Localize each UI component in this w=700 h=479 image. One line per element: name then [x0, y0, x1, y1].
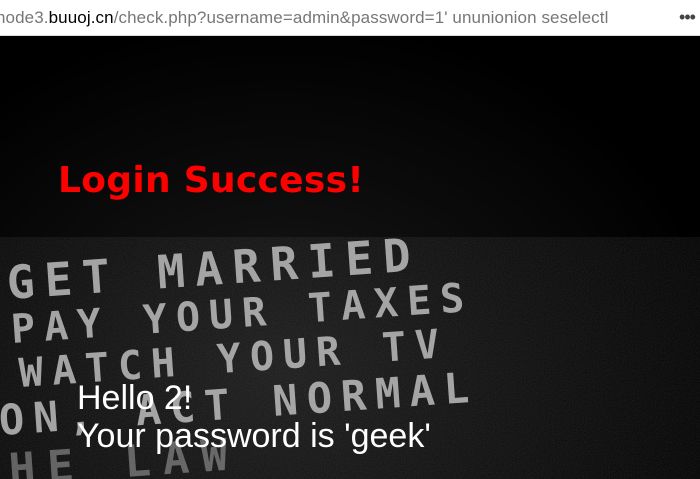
- result-message: Hello 2! Your password is 'geek': [77, 379, 431, 455]
- page-title: Login Success!: [58, 160, 365, 201]
- url-text[interactable]: node3.buuoj.cn/check.php?username=admin&…: [0, 8, 674, 28]
- address-bar[interactable]: node3.buuoj.cn/check.php?username=admin&…: [0, 0, 700, 36]
- bg-line-2: PAY YOUR TAXES: [9, 275, 474, 353]
- url-path: /check.php?username=admin&password=1' un…: [113, 7, 609, 27]
- ellipsis-icon[interactable]: •••: [674, 7, 700, 28]
- url-domain: buuoj.cn: [48, 7, 114, 27]
- hello-line: Hello 2!: [77, 379, 193, 417]
- page-body: GET MARRIED PAY YOUR TAXES WATCH YOUR TV…: [0, 37, 700, 479]
- bg-line-1: GET MARRIED: [5, 227, 422, 310]
- url-prefix: node3.: [0, 7, 49, 27]
- password-line: Your password is 'geek': [77, 417, 431, 455]
